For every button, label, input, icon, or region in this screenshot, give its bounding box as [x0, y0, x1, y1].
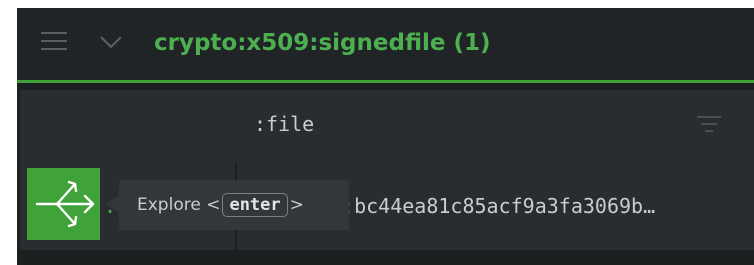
enter-key-badge: enter: [222, 193, 288, 217]
tooltip-prefix: Explore <: [137, 195, 221, 215]
chevron-down-icon[interactable]: [100, 35, 122, 49]
hamburger-icon[interactable]: [41, 30, 67, 52]
header-accent-line: [17, 80, 754, 83]
filter-icon[interactable]: [697, 116, 721, 134]
panel-title: crypto:x509:signedfile (1): [154, 30, 491, 56]
row-file-value[interactable]: 5:bc44ea81c85acf9a3fa3069b…: [330, 192, 754, 220]
tooltip-text: Explore < enter >: [137, 192, 304, 218]
explore-button[interactable]: [27, 168, 100, 240]
tooltip-arrow: [105, 196, 119, 212]
column-header-file[interactable]: :file: [254, 110, 314, 138]
tooltip-suffix: >: [289, 195, 304, 215]
panel-header: crypto:x509:signedfile (1): [17, 8, 754, 80]
explore-icon: [35, 180, 95, 228]
table-header-row: [20, 90, 754, 162]
